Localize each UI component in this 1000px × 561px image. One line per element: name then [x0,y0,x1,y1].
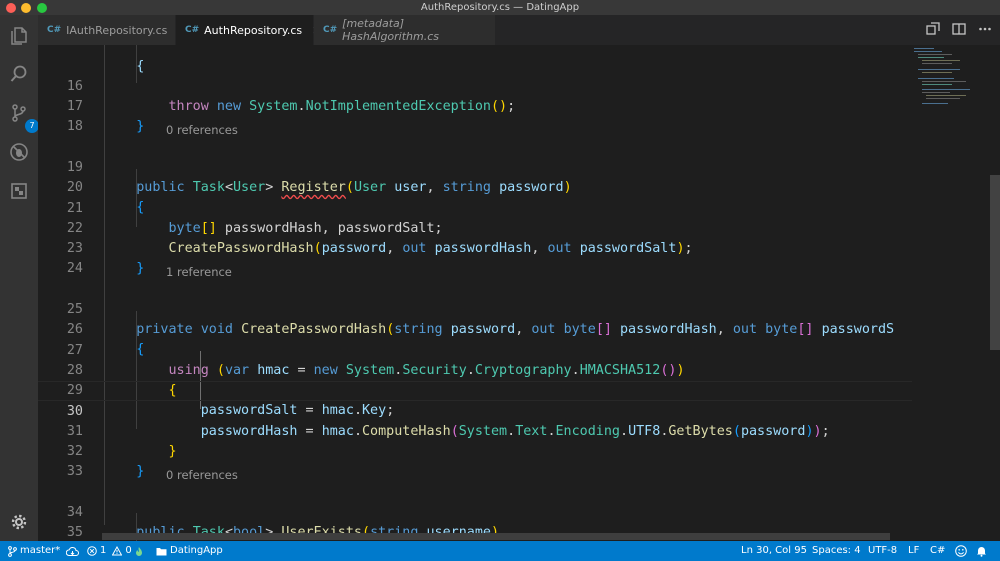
split-editor-icon[interactable] [952,22,966,39]
csharp-file-icon: C# [323,25,338,35]
code-line: 21 byte[] passwordHash, passwordSalt; [66,201,443,236]
code-line: 34 public Task<bool> UserExists(string u… [66,505,499,540]
search-icon[interactable] [7,62,31,86]
code-line: 29 passwordSalt = hmac.Key; [66,383,395,418]
source-control-badge: 7 [25,119,39,133]
folder-name: DatingApp [170,545,223,556]
tab-iauthrepository[interactable]: C# IAuthRepository.cs [38,15,176,45]
codelens-references[interactable]: 1 reference [166,264,232,280]
sync-icon[interactable] [66,541,79,561]
error-icon [87,546,97,556]
minimap[interactable] [912,45,988,541]
folder-icon [156,547,167,555]
editor-actions [926,15,992,45]
warning-count: 0 [125,545,132,556]
workspace-folder[interactable]: DatingApp [156,541,223,561]
csharp-file-icon: C# [185,25,200,35]
window-title: AuthRepository.cs — DatingApp [420,2,580,13]
debug-icon[interactable] [7,140,31,164]
code-line: 35 { [66,525,83,540]
code-line: 16 throw new System.NotImplementedExcept… [66,79,516,114]
code-line: 31 } [66,424,177,459]
tab-label: IAuthRepository.cs [66,23,168,37]
problems-indicator[interactable]: 1 0 [87,541,132,561]
code-line: 17 } [66,99,145,134]
code-line: 20 { [66,180,145,215]
warning-icon [112,546,123,556]
code-line: 22 CreatePasswordHash(password, out pass… [66,221,693,256]
branch-name: master* [20,545,61,556]
source-control-icon[interactable]: 7 [7,101,39,133]
vertical-scrollbar[interactable] [990,45,1000,541]
feedback-smiley-icon[interactable] [955,541,967,561]
activity-bar: 7 [0,15,39,541]
flame-icon[interactable] [134,541,144,561]
code-line: 24 [66,261,83,276]
vertical-scrollbar-thumb[interactable] [990,175,1000,350]
encoding-setting[interactable]: UTF-8 [868,541,897,561]
status-bar: master* 1 0 DatingApp Ln 30, Col 95 Spac… [0,541,1000,561]
code-line: 32 } [66,444,145,479]
code-line-current: 30 passwordHash = hmac.ComputeHash(Syste… [38,381,912,439]
code-line: 25 private void CreatePasswordHash(strin… [66,302,895,337]
title-bar: AuthRepository.cs — DatingApp [0,0,1000,15]
open-changes-icon[interactable] [926,21,940,39]
indentation-setting[interactable]: Spaces: 4 [812,541,861,561]
code-line: 33 [66,464,83,479]
code-line: { [104,59,145,74]
extensions-icon[interactable] [7,179,31,203]
eol-setting[interactable]: LF [908,541,919,561]
csharp-file-icon: C# [47,25,62,35]
tab-label: AuthRepository.cs [204,23,303,37]
cursor-position[interactable]: Ln 30, Col 95 [741,541,807,561]
branch-indicator[interactable]: master* [8,541,60,561]
code-line: 26 { [66,322,145,357]
code-line: 18 [66,119,83,134]
notifications-bell-icon[interactable] [976,541,987,561]
code-line: 28 { [66,363,177,398]
code-line: 19 public Task<User> Register(User user,… [66,160,572,195]
codelens-references[interactable]: 0 references [166,122,238,138]
error-count: 1 [100,545,107,556]
tab-hashalgorithm-metadata[interactable]: C# [metadata] HashAlgorithm.cs [314,15,496,45]
more-actions-icon[interactable] [978,22,992,39]
horizontal-scrollbar-thumb[interactable] [102,533,890,540]
code-line: 23 } [66,241,145,276]
codelens-references[interactable]: 0 references [166,467,238,483]
editor-tab-bar: C# IAuthRepository.cs C# AuthRepository.… [38,15,1000,45]
code-editor[interactable]: { 16 throw new System.NotImplementedExce… [38,45,912,541]
gear-icon[interactable] [7,510,31,534]
tab-authrepository[interactable]: C# AuthRepository.cs × [176,15,322,45]
explorer-icon[interactable] [7,24,31,48]
language-mode[interactable]: C# [930,541,945,561]
code-line: 27 using (var hmac = new System.Security… [66,343,685,378]
git-branch-icon [8,545,17,557]
tab-label: [metadata] HashAlgorithm.cs [342,17,440,43]
